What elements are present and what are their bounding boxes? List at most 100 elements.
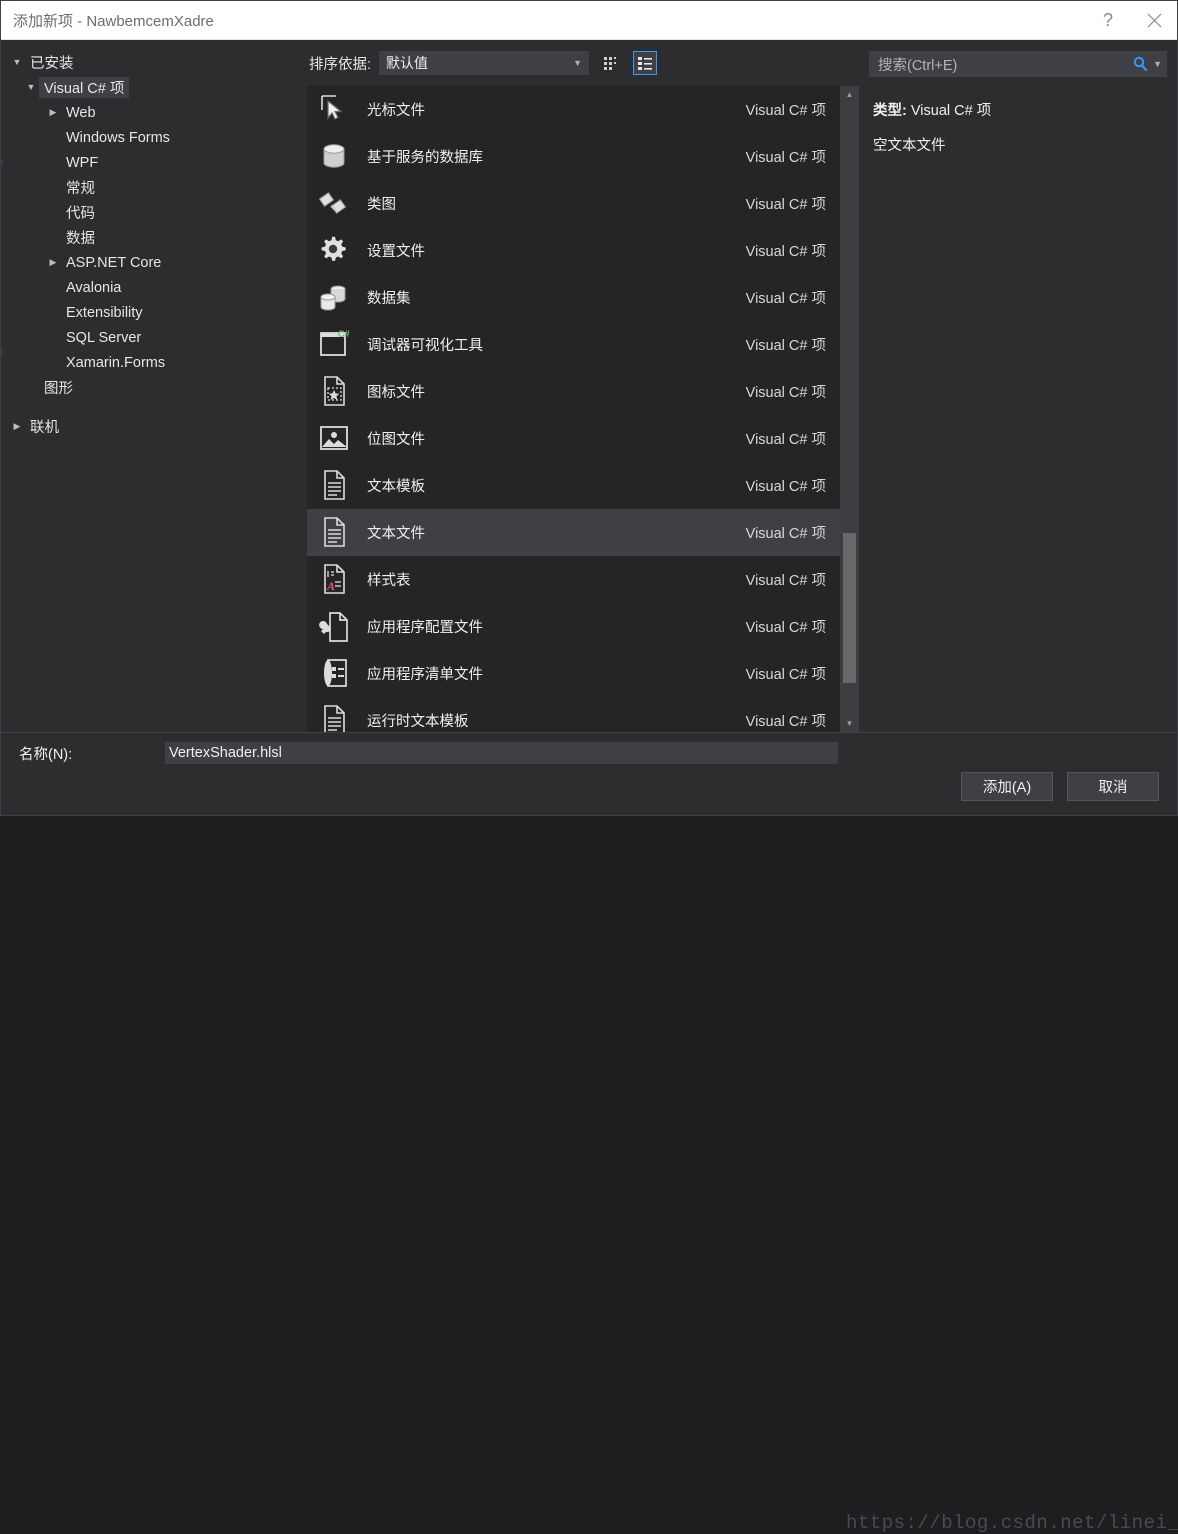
list-item[interactable]: 应用程序清单文件 Visual C# 项 [307, 650, 840, 697]
tree-item-label: Visual C# 项 [39, 77, 130, 98]
list-item[interactable]: 基于服务的数据库 Visual C# 项 [307, 133, 840, 180]
tree-item-label: 数据 [66, 231, 95, 247]
list-item-kind: Visual C# 项 [745, 150, 826, 166]
list-item[interactable]: 文本文件 Visual C# 项 [307, 509, 840, 556]
svg-text:A: A [326, 579, 335, 593]
tree-item-5[interactable]: 代码 [1, 200, 300, 225]
list-item[interactable]: 运行时文本模板 Visual C# 项 [307, 697, 840, 732]
list-item-kind: Visual C# 项 [745, 432, 826, 448]
expander-collapsed-icon[interactable]: ▶ [45, 258, 61, 267]
debugger-visualizer-icon: C# [315, 328, 353, 362]
class-diagram-icon [315, 187, 353, 221]
bitmap-file-icon [315, 422, 353, 456]
templates-pane: 排序依据: 默认值 ▼ 光标文件 Visual C# 项 基于服务的数据库 Vi… [301, 40, 859, 732]
list-item[interactable]: 设置文件 Visual C# 项 [307, 227, 840, 274]
tree-item-label: WPF [66, 154, 99, 171]
detail-type-row: 类型: Visual C# 项 [873, 99, 1165, 120]
name-row: 名称(N): [1, 733, 1177, 773]
templates-toolbar: 排序依据: 默认值 ▼ [301, 40, 859, 86]
list-item[interactable]: A 样式表 Visual C# 项 [307, 556, 840, 603]
close-icon[interactable] [1131, 1, 1177, 39]
list-item[interactable]: 类图 Visual C# 项 [307, 180, 840, 227]
expander-expanded-icon[interactable]: ▼ [9, 58, 25, 67]
expander-collapsed-icon[interactable]: ▶ [45, 108, 61, 117]
tree-root-installed[interactable]: ▼ 已安装 [1, 50, 300, 75]
tree-item-2[interactable]: Windows Forms [1, 125, 300, 150]
item-details: 类型: Visual C# 项 空文本文件 [859, 77, 1177, 155]
watermark-text: https://blog.csdn.net/linei_gd [846, 1512, 1178, 1534]
expander-expanded-icon[interactable]: ▼ [23, 83, 39, 92]
search-icon[interactable] [1132, 56, 1149, 73]
templates-list-wrap: 光标文件 Visual C# 项基于服务的数据库 Visual C# 项类图 Visu… [301, 86, 859, 732]
help-icon[interactable]: ? [1085, 1, 1131, 39]
list-item-name: 应用程序配置文件 [367, 620, 483, 636]
dialog-body: ▼ 已安装 ▼ Visual C# 项 ▶ Web Windows Forms WPF 常规… [1, 40, 1177, 732]
list-item-name: 基于服务的数据库 [367, 150, 483, 166]
add-button[interactable]: 添加(A) [961, 772, 1053, 801]
dataset-icon [315, 281, 353, 315]
list-item-kind: Visual C# 项 [745, 714, 826, 730]
tree-item-label: 图形 [44, 381, 73, 397]
cancel-button[interactable]: 取消 [1067, 772, 1159, 801]
list-item-kind: Visual C# 项 [745, 667, 826, 683]
name-label: 名称(N): [19, 746, 73, 763]
templates-scrollbar[interactable]: ▲ ▼ [840, 86, 859, 732]
sort-by-dropdown[interactable]: 默认值 ▼ [379, 51, 590, 75]
tree-item-3[interactable]: WPF [1, 150, 300, 175]
stylesheet-icon: A [315, 563, 353, 597]
tree-item-0[interactable]: ▼ Visual C# 项 [1, 75, 300, 100]
tree-item-7[interactable]: ▶ ASP.NET Core [1, 250, 300, 275]
tree-item-label: 常规 [66, 181, 95, 197]
tree-item-label: Web [66, 104, 96, 121]
tree-item-label: SQL Server [66, 329, 142, 346]
list-item-kind: Visual C# 项 [745, 479, 826, 495]
list-item-name: 设置文件 [367, 244, 425, 260]
list-item[interactable]: 数据集 Visual C# 项 [307, 274, 840, 321]
grid-view-icon[interactable] [599, 51, 623, 75]
list-item-kind: Visual C# 项 [745, 573, 826, 589]
tree-item-10[interactable]: SQL Server [1, 325, 300, 350]
list-item-kind: Visual C# 项 [745, 244, 826, 260]
tree-item-9[interactable]: Extensibility [1, 300, 300, 325]
list-item[interactable]: 图标文件 Visual C# 项 [307, 368, 840, 415]
tree-node-list: ▼ Visual C# 项 ▶ Web Windows Forms WPF 常规 代码 数据 ▶ A… [1, 75, 300, 400]
detail-type-value: Visual C# 项 [910, 103, 992, 119]
list-item-name: 类图 [367, 197, 396, 213]
list-item[interactable]: 光标文件 Visual C# 项 [307, 86, 840, 133]
tree-online-label: 联机 [30, 420, 59, 436]
list-item-name: 运行时文本模板 [367, 714, 469, 730]
cursor-file-icon [315, 93, 353, 127]
list-item[interactable]: 位图文件 Visual C# 项 [307, 415, 840, 462]
tree-item-8[interactable]: Avalonia [1, 275, 300, 300]
tree-item-1[interactable]: ▶ Web [1, 100, 300, 125]
list-item[interactable]: 应用程序配置文件 Visual C# 项 [307, 603, 840, 650]
scroll-up-arrow-icon[interactable]: ▲ [840, 86, 859, 103]
details-pane: 搜索(Ctrl+E) ▼ 类型: Visual C# 项 空文本文件 [859, 40, 1177, 732]
runtime-text-template-icon [315, 704, 353, 732]
categories-tree: ▼ 已安装 ▼ Visual C# 项 ▶ Web Windows Forms WPF 常规… [1, 40, 301, 732]
tree-item-11[interactable]: Xamarin.Forms [1, 350, 300, 375]
chevron-down-icon[interactable]: ▼ [1153, 59, 1162, 69]
search-input[interactable]: 搜索(Ctrl+E) ▼ [869, 51, 1167, 77]
list-item-name: 应用程序清单文件 [367, 667, 483, 683]
list-item-name: 光标文件 [367, 103, 425, 119]
tree-item-12[interactable]: 图形 [1, 375, 300, 400]
scrollbar-track[interactable] [840, 103, 859, 715]
list-item-kind: Visual C# 项 [745, 338, 826, 354]
tree-root-online[interactable]: ▶ 联机 [1, 414, 300, 439]
list-item[interactable]: 文本模板 Visual C# 项 [307, 462, 840, 509]
tree-item-label: Extensibility [66, 304, 143, 321]
tree-item-4[interactable]: 常规 [1, 175, 300, 200]
add-new-item-dialog: 添加新项 - NawbemcemXadre ? ▼ 已安装 ▼ Visual C#… [0, 0, 1178, 1534]
templates-list[interactable]: 光标文件 Visual C# 项基于服务的数据库 Visual C# 项类图 Visu… [307, 86, 840, 732]
tree-item-6[interactable]: 数据 [1, 225, 300, 250]
database-icon [315, 140, 353, 174]
scroll-down-arrow-icon[interactable]: ▼ [840, 715, 859, 732]
svg-text:C#: C# [338, 329, 350, 339]
expander-collapsed-icon[interactable]: ▶ [9, 422, 25, 431]
text-file-icon [315, 516, 353, 550]
list-item[interactable]: C# 调试器可视化工具 Visual C# 项 [307, 321, 840, 368]
name-input[interactable] [165, 742, 838, 764]
scrollbar-thumb[interactable] [843, 533, 856, 683]
list-view-icon[interactable] [633, 51, 658, 75]
